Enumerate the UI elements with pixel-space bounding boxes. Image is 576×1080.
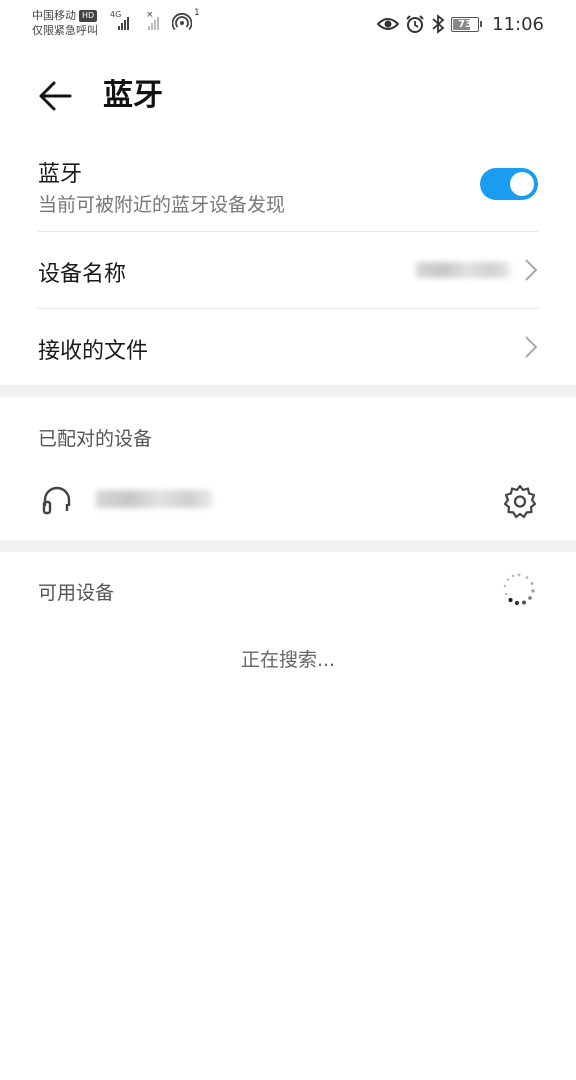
available-devices-heading: 可用设备: [38, 582, 115, 604]
bluetooth-toggle-title: 蓝牙: [38, 162, 83, 187]
section-separator: [0, 385, 576, 397]
status-bar: 中国移动 HD 仅限紧急呼叫 4G × 1 73 11:06: [0, 0, 576, 48]
bluetooth-icon: [432, 14, 445, 34]
app-header: 蓝牙: [0, 64, 576, 128]
page-title: 蓝牙: [103, 78, 163, 113]
eye-comfort-icon: [377, 18, 400, 30]
bluetooth-toggle-row[interactable]: 蓝牙 当前可被附近的蓝牙设备发现: [0, 150, 576, 232]
searching-status: 正在搜索...: [240, 649, 336, 671]
device-name-row[interactable]: 设备名称: [0, 232, 576, 309]
emergency-only-text: 仅限紧急呼叫: [32, 24, 98, 37]
arrow-left-icon[interactable]: [36, 76, 76, 116]
device-name-value-redacted: [416, 262, 510, 278]
toggle-knob: [510, 172, 534, 196]
paired-device-item[interactable]: [0, 462, 576, 540]
status-icons: 73 11:06: [377, 12, 544, 36]
carrier-name: 中国移动: [32, 9, 76, 22]
alarm-icon: [406, 15, 424, 33]
received-files-title: 接收的文件: [38, 339, 149, 364]
chevron-right-icon: [525, 336, 538, 358]
received-files-row[interactable]: 接收的文件: [0, 309, 576, 385]
hd-badge: HD: [79, 10, 98, 22]
headset-icon: [42, 486, 71, 515]
spinner-icon: [503, 573, 535, 606]
section-separator: [0, 540, 576, 552]
paired-device-name-redacted: [96, 490, 212, 508]
clock: 11:06: [492, 13, 544, 35]
bluetooth-toggle-subtitle: 当前可被附近的蓝牙设备发现: [38, 194, 286, 216]
bluetooth-toggle-switch[interactable]: [480, 168, 538, 200]
hotspot-icon: [172, 12, 192, 31]
battery-icon: 73: [451, 16, 483, 32]
device-name-title: 设备名称: [38, 262, 127, 287]
chevron-right-icon: [525, 259, 538, 281]
hotspot-count: 1: [194, 8, 200, 18]
gear-icon[interactable]: [502, 483, 538, 519]
carrier-info: 中国移动 HD 仅限紧急呼叫: [32, 8, 98, 38]
paired-devices-heading: 已配对的设备: [38, 428, 153, 450]
battery-level: 73: [458, 18, 473, 30]
